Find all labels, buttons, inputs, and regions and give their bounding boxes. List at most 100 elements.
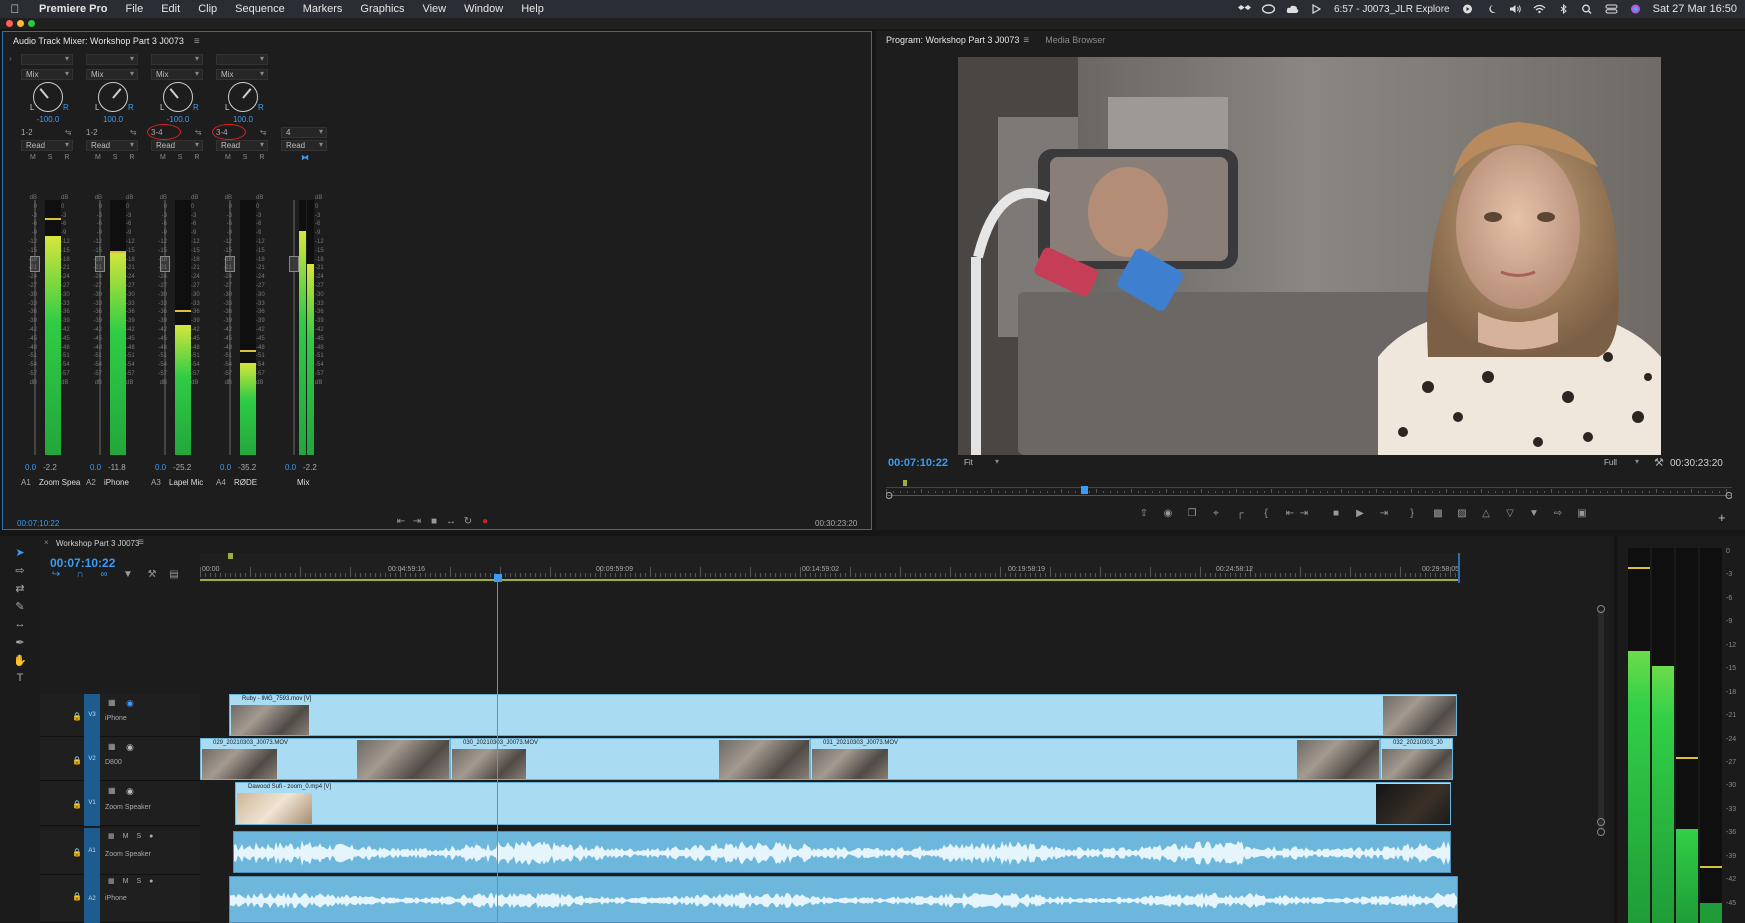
loop-icon[interactable]: ↻ [462, 517, 474, 527]
tab-timeline-sequence[interactable]: Workshop Part 3 J0073 [56, 539, 139, 548]
pan-knob[interactable] [33, 82, 63, 112]
track-tag-a2[interactable]: A2 [84, 875, 100, 923]
master-routing-dropdown[interactable]: 4 [281, 127, 327, 138]
clock-datetime[interactable]: Sat 27 Mar 16:50 [1653, 3, 1737, 15]
extract-icon[interactable]: ▽ [1504, 509, 1516, 519]
master-fader-handle[interactable] [289, 256, 299, 272]
menu-sequence[interactable]: Sequence [226, 3, 294, 15]
channel-mode-dropdown[interactable]: Mix [151, 69, 203, 80]
track-tag-v1[interactable]: V1 [84, 781, 100, 826]
v2-lock-icon[interactable]: 🔒 [72, 756, 82, 765]
tab-audio-track-mixer[interactable]: Audio Track Mixer: Workshop Part 3 J0073 [3, 36, 194, 46]
volume-value[interactable]: 0.0 [220, 463, 231, 472]
menu-help[interactable]: Help [512, 3, 553, 15]
nest-icon[interactable]: ↪ [50, 570, 62, 580]
a1-lock-icon[interactable]: 🔒 [72, 848, 82, 857]
compare-icon[interactable]: ❐ [1186, 509, 1198, 519]
timeline-playhead-head[interactable] [494, 574, 502, 582]
master-automation-dropdown[interactable]: Read [281, 140, 327, 151]
menu-edit[interactable]: Edit [152, 3, 189, 15]
channel-mode-dropdown[interactable]: Mix [216, 69, 268, 80]
status-text[interactable]: 6:57 - J0073_JLR Explore [1334, 4, 1450, 15]
hand-icon[interactable]: ✋ [12, 654, 28, 668]
slip-icon[interactable]: ↔ [12, 618, 28, 632]
timeline-settings-icon[interactable]: ⚒ [146, 570, 158, 580]
safe-margins-icon[interactable]: ⌖ [1210, 509, 1222, 519]
mark-out-icon[interactable]: } [1406, 509, 1418, 519]
channel-effects-dropdown[interactable] [151, 54, 203, 65]
search-icon[interactable] [1581, 4, 1594, 14]
record-icon[interactable]: ● [479, 517, 491, 527]
mixer-timecode[interactable]: 00:07:10:22 [17, 519, 59, 528]
control-center-icon[interactable] [1605, 4, 1618, 14]
mute-solo-record-buttons[interactable]: M S R [225, 154, 269, 161]
go-to-out-icon[interactable]: ⇥ [411, 517, 423, 527]
pan-value[interactable]: -100.0 [28, 115, 68, 124]
go-to-in-icon[interactable]: ⇤ [395, 517, 407, 527]
v3-eye-icon[interactable]: ◉ [126, 698, 134, 709]
channel-mode-dropdown[interactable]: Mix [21, 69, 73, 80]
routing-icon[interactable]: ⥃ [195, 127, 201, 137]
track-tag-v3[interactable]: V3 [84, 694, 100, 737]
bluetooth-icon[interactable] [1557, 3, 1570, 15]
v1-toggle-output-icon[interactable]: ▦ [108, 786, 116, 795]
program-scrub-bar[interactable] [885, 480, 1733, 502]
wrench-icon[interactable]: ⚒ [1654, 456, 1664, 469]
track-tag-v2[interactable]: V2 [84, 737, 100, 781]
camera-icon[interactable]: ◉ [1162, 509, 1174, 519]
linked-selection-icon[interactable]: ∞ [98, 570, 110, 580]
siri-icon[interactable] [1629, 4, 1642, 14]
wifi-icon[interactable] [1533, 4, 1546, 14]
ripple-edit-icon[interactable]: ⇄ [12, 582, 28, 596]
vr-icon[interactable]: ▣ [1576, 509, 1588, 519]
step-back-icon[interactable]: ⇥ [1298, 509, 1310, 519]
export-icon[interactable]: ⇨ [1552, 509, 1564, 519]
pan-knob[interactable] [228, 82, 258, 112]
a1-track-controls[interactable]: ▦MS● [108, 832, 161, 840]
razor-icon[interactable]: ✎ [12, 600, 28, 614]
mute-solo-record-buttons[interactable]: M S R [160, 154, 204, 161]
volume-value[interactable]: 0.0 [155, 463, 166, 472]
program-playhead[interactable] [1080, 486, 1088, 494]
go-to-in-icon[interactable]: ⇤ [1284, 509, 1296, 519]
track-tag-a1[interactable]: A1 [84, 828, 100, 875]
automation-dropdown[interactable]: Read [216, 140, 268, 151]
stop-icon[interactable]: ■ [428, 517, 440, 527]
timeline-close-icon[interactable]: × [44, 538, 49, 547]
pan-value[interactable]: -100.0 [158, 115, 198, 124]
menu-graphics[interactable]: Graphics [351, 3, 413, 15]
channel-effects-dropdown[interactable] [86, 54, 138, 65]
lift-icon[interactable]: △ [1480, 509, 1492, 519]
v3-toggle-output-icon[interactable]: ▦ [108, 698, 116, 707]
play-icon[interactable]: ▶ [1354, 509, 1366, 519]
routing-icon[interactable]: ⥃ [130, 127, 136, 137]
volume-value[interactable]: 0.0 [90, 463, 101, 472]
play-circle-icon[interactable] [1461, 4, 1474, 14]
clip-v1-dawood[interactable]: Dawood Sufi - zoom_0.mp4 [V] [235, 782, 1451, 825]
audio-clip-a2[interactable] [229, 876, 1458, 923]
mark-in-icon[interactable]: { [1260, 509, 1272, 519]
insert-icon[interactable]: ▩ [1432, 509, 1444, 519]
automation-dropdown[interactable]: Read [21, 140, 73, 151]
mute-solo-record-buttons[interactable]: M S R [95, 154, 139, 161]
program-video-frame[interactable] [958, 57, 1661, 455]
pen-icon[interactable]: ✒ [12, 636, 28, 650]
pan-knob[interactable] [163, 82, 193, 112]
panel-menu-icon[interactable]: ≡ [194, 36, 200, 47]
menu-window[interactable]: Window [455, 3, 512, 15]
marker-icon[interactable]: ▼ [1528, 509, 1540, 519]
tab-program[interactable]: Program: Workshop Part 3 J0073 [876, 35, 1029, 45]
cloud-icon[interactable] [1286, 4, 1299, 14]
moon-icon[interactable] [1485, 4, 1498, 14]
scroll-handle-top-icon[interactable] [1597, 605, 1605, 613]
scroll-handle-audio-icon[interactable] [1597, 828, 1605, 836]
go-to-out-icon[interactable]: ⇥ [1378, 509, 1390, 519]
timeline-menu-icon[interactable]: ≡ [138, 537, 144, 548]
menu-app-name[interactable]: Premiere Pro [30, 3, 116, 15]
trim-icon[interactable]: ┌ [1234, 509, 1246, 519]
v1-eye-icon[interactable]: ◉ [126, 786, 134, 797]
clip-v2-030[interactable]: 030_20210303_J0073.MOV [450, 738, 810, 780]
menu-view[interactable]: View [413, 3, 455, 15]
menu-markers[interactable]: Markers [294, 3, 352, 15]
panel-menu-icon[interactable]: ≡ [1023, 35, 1029, 46]
